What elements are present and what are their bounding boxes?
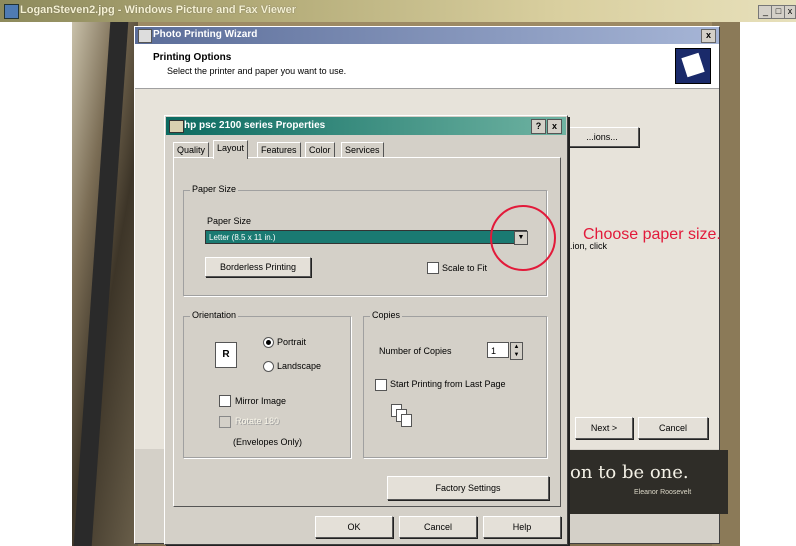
props-titlebar: hp psc 2100 series Properties ? x [166,117,566,135]
paper-size-dropdown[interactable]: Letter (8.5 x 11 in.) [205,230,527,244]
wizard-close-icon[interactable]: x [701,29,716,43]
collate-page-icon [401,414,412,427]
tab-layout[interactable]: Layout [213,140,249,159]
wizard-header: Printing Options Select the printer and … [135,44,719,89]
wizard-titlebar: Photo Printing Wizard x [135,27,719,44]
number-of-copies-label: Number of Copies [379,346,452,356]
viewer-titlebar: LoganSteven2.jpg - Windows Picture and F… [0,0,796,22]
quote-image: on to be one. Eleanor Roosevelt [560,450,728,514]
next-button[interactable]: Next > [575,417,633,439]
collate-pages-icon [391,404,415,430]
props-title: hp psc 2100 series Properties [184,120,326,131]
quote-attribution: Eleanor Roosevelt [634,489,692,496]
annotation-circle [490,205,556,271]
ok-button[interactable]: OK [315,516,393,538]
copies-spinner-icon[interactable]: ▲ ▼ [510,342,523,360]
borderless-printing-button[interactable]: Borderless Printing [205,257,311,277]
portrait-orientation-icon: R [215,342,237,368]
wizard-title: Photo Printing Wizard [153,29,258,40]
landscape-label: Landscape [277,361,322,371]
rotate-180-checkbox[interactable] [219,416,231,428]
close-icon[interactable]: x [784,5,796,19]
portrait-radio[interactable] [263,337,274,348]
factory-settings-button[interactable]: Factory Settings [387,476,549,500]
help-icon[interactable]: ? [531,119,546,134]
scale-to-fit-checkbox[interactable] [427,262,439,274]
viewer-title: LoganSteven2.jpg - Windows Picture and F… [20,4,296,16]
wizard-header-subtitle: Select the printer and paper you want to… [167,66,347,76]
picture-viewer-icon [4,4,19,19]
start-from-last-page-checkbox[interactable] [375,379,387,391]
envelopes-only-label: (Envelopes Only) [233,437,303,447]
mirror-image-label: Mirror Image [235,396,287,406]
props-close-icon[interactable]: x [547,119,562,134]
help-button[interactable]: Help [483,516,561,538]
paper-size-group-label: Paper Size [190,184,239,194]
tab-features[interactable]: Features [257,142,301,158]
wizard-header-title: Printing Options [153,52,232,63]
mirror-image-checkbox[interactable] [219,395,231,407]
rotate-180-label: Rotate 180 [235,416,280,426]
radio-selected-dot [266,340,271,345]
wizard-cancel-button[interactable]: Cancel [638,417,708,439]
tab-quality[interactable]: Quality [173,142,210,158]
annotation-text: Choose paper size. [583,226,721,243]
tab-color[interactable]: Color [305,142,335,158]
portrait-label: Portrait [277,337,307,347]
tab-services[interactable]: Services [341,142,384,158]
printing-preferences-button[interactable]: ...ions... [565,127,639,147]
copies-group-label: Copies [370,310,403,320]
printer-icon [169,120,184,133]
number-of-copies-input[interactable]: 1 [487,342,509,358]
orientation-group-label: Orientation [190,310,239,320]
paper-icon [681,52,705,78]
scale-to-fit-label: Scale to Fit [442,263,488,273]
start-from-last-page-label: Start Printing from Last Page [390,379,506,389]
landscape-radio[interactable] [263,361,274,372]
printer-logo-icon [675,48,711,84]
paper-size-label: Paper Size [207,216,252,226]
wizard-icon [138,29,152,43]
printer-properties-dialog: hp psc 2100 series Properties ? x Qualit… [164,115,568,545]
props-cancel-button[interactable]: Cancel [399,516,477,538]
quote-text: on to be one. [570,462,689,483]
